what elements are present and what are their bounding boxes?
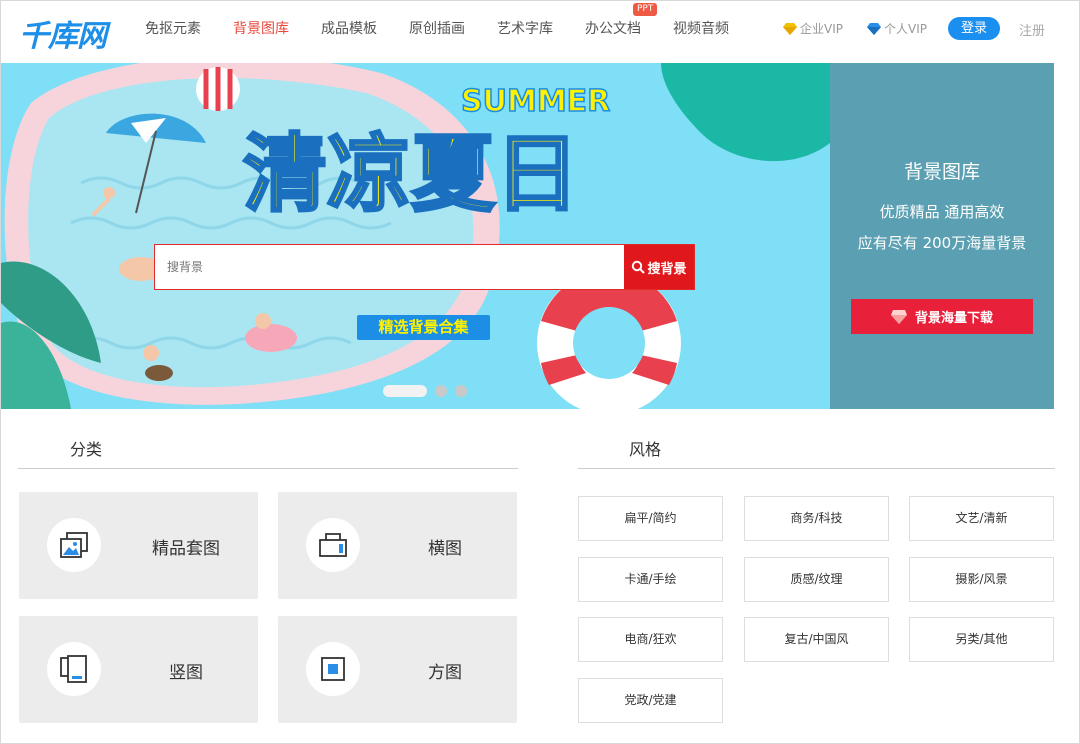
style-button-other[interactable]: 另类/其他 [909,617,1054,662]
carousel-dot-1[interactable] [383,385,427,397]
site-logo[interactable]: 千库网 [19,11,107,55]
register-link[interactable]: 注册 [1019,20,1045,39]
category-card-portrait[interactable]: 竖图 [19,616,258,723]
style-button-cartoon[interactable]: 卡通/手绘 [578,557,723,602]
search-bar: 搜背景 [154,244,695,290]
bulk-download-label: 背景海量下载 [914,311,993,326]
category-label: 方图 [428,663,462,683]
style-button-flat[interactable]: 扁平/简约 [578,496,723,541]
search-button-label: 搜背景 [647,261,687,277]
category-icon-circle [47,518,101,572]
nav-item-templates[interactable]: 成品模板 [321,19,377,39]
style-button-literary[interactable]: 文艺/清新 [909,496,1054,541]
nav-item-office-docs[interactable]: 办公文档 PPT [585,3,658,39]
category-card-premium-sets[interactable]: 精品套图 [19,492,258,599]
nav-item-illustrations[interactable]: 原创插画 [409,19,465,39]
square-icon [321,657,345,681]
category-label: 竖图 [169,663,203,683]
nav-item-office-docs-label: 办公文档 [585,21,641,37]
promo-side-panel: 背景图库 优质精品 通用高效 应有尽有 200万海量背景 背景海量下载 [830,63,1054,409]
enterprise-vip-link[interactable]: 企业VIP [783,20,843,37]
ppt-badge: PPT [633,3,658,16]
category-label: 精品套图 [152,539,220,559]
personal-vip-label: 个人VIP [884,22,927,36]
collection-tag[interactable]: 精选背景合集 [357,315,490,340]
summer-text: SUMMER [461,84,610,119]
diamond-icon [867,22,881,35]
carousel-dot-2[interactable] [435,385,447,397]
styles-divider [578,468,1055,469]
style-button-party[interactable]: 党政/党建 [578,678,723,723]
carousel-dot-3[interactable] [455,385,467,397]
category-icon-circle [306,642,360,696]
search-icon [632,260,646,274]
style-button-photography[interactable]: 摄影/风景 [909,557,1054,602]
banner-headline: 清凉夏日 [243,125,579,223]
category-icon-circle [47,642,101,696]
nav-item-video-audio[interactable]: 视频音频 [673,19,729,39]
side-panel-title: 背景图库 [903,161,980,183]
category-label: 横图 [428,539,462,559]
category-icon-circle [306,518,360,572]
category-card-landscape[interactable]: 横图 [278,492,517,599]
landscape-icon [319,533,347,557]
style-button-business[interactable]: 商务/科技 [744,496,889,541]
styles-title: 风格 [629,440,662,459]
search-button[interactable]: 搜背景 [624,245,694,289]
page: 千库网 免抠元素 背景图库 成品模板 原创插画 艺术字库 办公文档 PPT 视频… [0,0,1080,744]
search-input[interactable] [155,245,624,289]
main-nav: 免抠元素 背景图库 成品模板 原创插画 艺术字库 办公文档 PPT 视频音频 [129,3,745,39]
enterprise-vip-label: 企业VIP [800,22,843,36]
banner-illustration: SUMMER 清凉夏日 [1,63,830,409]
nav-item-fonts[interactable]: 艺术字库 [497,19,553,39]
style-button-ecommerce[interactable]: 电商/狂欢 [578,617,723,662]
top-header: 千库网 免抠元素 背景图库 成品模板 原创插画 艺术字库 办公文档 PPT 视频… [1,1,1079,63]
image-set-icon [60,532,88,558]
side-panel-tagline-1: 优质精品 通用高效 [879,203,1005,221]
gift-icon [890,309,907,324]
carousel-dots [383,385,475,397]
personal-vip-link[interactable]: 个人VIP [867,20,927,37]
categories-divider [18,468,518,469]
bulk-download-button[interactable]: 背景海量下载 [851,299,1033,334]
style-button-texture[interactable]: 质感/纹理 [744,557,889,602]
right-margin [1054,63,1079,409]
categories-title: 分类 [70,440,103,459]
nav-item-backgrounds[interactable]: 背景图库 [233,19,289,39]
diamond-icon [783,22,797,35]
login-button[interactable]: 登录 [948,17,1000,40]
side-panel-tagline-2: 应有尽有 200万海量背景 [857,234,1027,252]
hero-banner[interactable]: SUMMER 清凉夏日 搜背景 精选背景合集 [1,63,830,409]
nav-item-elements[interactable]: 免抠元素 [145,19,201,39]
category-card-square[interactable]: 方图 [278,616,517,723]
portrait-icon [60,655,87,683]
style-button-retro[interactable]: 复古/中国风 [744,617,889,662]
